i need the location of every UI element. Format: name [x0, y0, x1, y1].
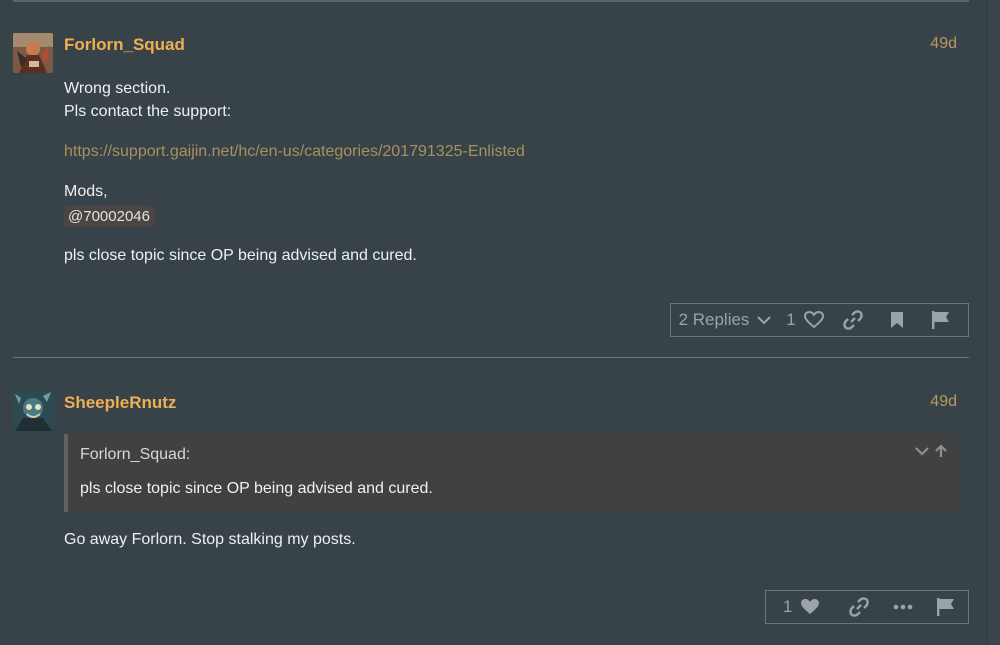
arrow-up-icon[interactable] — [934, 444, 948, 463]
post-username[interactable]: Forlorn_Squad — [64, 35, 185, 55]
chevron-down-icon[interactable] — [914, 444, 930, 463]
post-age[interactable]: 49d — [930, 393, 957, 411]
bookmark-button[interactable] — [875, 304, 919, 336]
like-button[interactable]: 1 — [766, 591, 837, 623]
avatar[interactable] — [13, 390, 54, 431]
ellipsis-icon — [893, 604, 913, 610]
quote-controls — [914, 444, 948, 463]
right-scrollbar-track[interactable] — [987, 0, 1000, 645]
flag-button[interactable] — [924, 591, 968, 623]
post-text-line: pls close topic since OP being advised a… — [64, 247, 417, 264]
user-mention[interactable]: @70002046 — [64, 206, 154, 227]
post-2: SheepleRnutz 49d Forlorn_Squad: pls clos… — [13, 358, 969, 645]
post-text-line: Mods, — [64, 183, 108, 200]
post-username[interactable]: SheepleRnutz — [64, 393, 176, 413]
avatar[interactable] — [13, 33, 53, 73]
flag-button[interactable] — [919, 304, 963, 336]
flag-icon — [936, 597, 956, 617]
flag-icon — [931, 310, 951, 330]
quote-author[interactable]: Forlorn_Squad: — [80, 446, 190, 464]
replies-label: 2 Replies — [678, 310, 750, 329]
more-button[interactable] — [881, 591, 925, 623]
post-text-line: Wrong section. — [64, 80, 171, 97]
heart-icon — [800, 598, 820, 616]
like-count: 1 — [782, 597, 793, 616]
post-body: Wrong section. Pls contact the support: … — [64, 77, 944, 267]
post-1: Forlorn_Squad 49d Wrong section. Pls con… — [13, 0, 969, 356]
heart-icon — [803, 311, 824, 329]
like-count: 1 — [786, 310, 796, 329]
copy-link-button[interactable] — [837, 591, 881, 623]
like-button[interactable]: 1 — [779, 304, 831, 336]
link-icon — [843, 310, 863, 330]
quote-text: pls close topic since OP being advised a… — [80, 480, 433, 497]
support-link[interactable]: https://support.gaijin.net/hc/en-us/cate… — [64, 143, 525, 160]
post-text-line: Pls contact the support: — [64, 103, 232, 120]
chevron-down-icon — [757, 315, 772, 325]
replies-button[interactable]: 2 Replies — [671, 304, 779, 336]
post-text: Go away Forlorn. Stop stalking my posts. — [64, 531, 356, 548]
post-actions: 2 Replies 1 — [670, 303, 969, 337]
bookmark-icon — [890, 311, 904, 329]
link-icon — [849, 597, 869, 617]
post-age[interactable]: 49d — [930, 35, 957, 53]
quote-block: Forlorn_Squad: pls close topic since OP … — [64, 434, 958, 512]
post-actions: 1 — [765, 590, 969, 624]
copy-link-button[interactable] — [831, 304, 875, 336]
